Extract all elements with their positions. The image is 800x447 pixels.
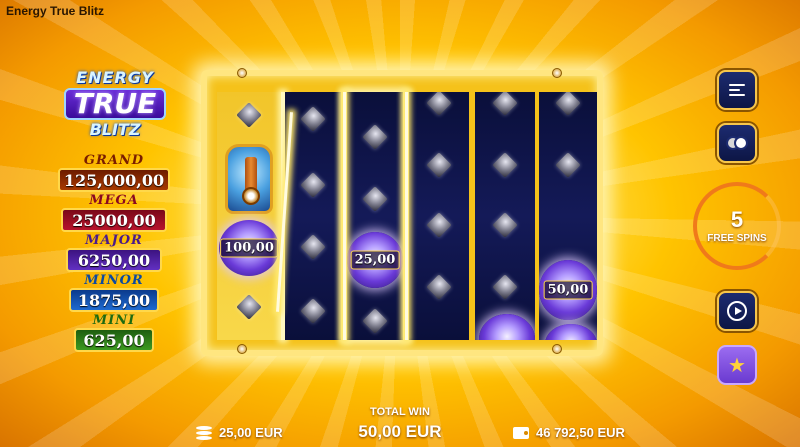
balance-value: 46 792,50 EUR [536, 425, 625, 440]
gem-symbol-icon [555, 152, 581, 178]
gem-symbol-icon [492, 152, 518, 178]
free-spins-counter: 5 FREE SPINS [693, 182, 781, 270]
gem-symbol-icon [426, 274, 452, 300]
jackpot-mega-label: MEGA [89, 193, 139, 208]
jackpot-mini: MINI 625,00 [56, 314, 172, 352]
gem-symbol-icon [492, 212, 518, 238]
free-spins-count: 5 [730, 206, 744, 232]
gem-symbol-icon [426, 212, 452, 238]
autoplay-button[interactable] [717, 291, 757, 331]
menu-icon [729, 84, 745, 96]
gem-symbol-icon [236, 294, 262, 320]
lightning-bolt [343, 92, 346, 340]
gem-symbol-icon [555, 92, 581, 116]
gem-symbol-icon [492, 274, 518, 300]
orb-value: 50,00 [543, 280, 593, 300]
gem-symbol-icon [300, 106, 326, 132]
bottom-bar: 25,00 EUR TOTAL WIN 50,00 EUR 46 792,50 … [0, 400, 800, 447]
machine-gauge-icon [242, 187, 260, 205]
menu-button[interactable] [717, 70, 757, 110]
orb-value: 25,00 [350, 250, 400, 270]
bet-settings-button[interactable] [717, 123, 757, 163]
frame-bolt-icon [552, 344, 562, 354]
reel-5 [475, 92, 535, 340]
reel-frame: 100,00 25,00 50,00 [201, 68, 603, 356]
reel-1: 100,00 [217, 92, 281, 340]
free-spins-label: FREE SPINS [707, 232, 767, 244]
energy-orb: 50,00 [539, 260, 597, 320]
gem-symbol-icon [300, 298, 326, 324]
gem-symbol-icon [426, 92, 452, 116]
reel-3: 25,00 [347, 92, 403, 340]
orb-value: 100,00 [220, 238, 278, 258]
energy-orb: 25,00 [347, 232, 403, 288]
logo-line-blitz: BLITZ [89, 120, 141, 139]
energy-orb-partial [545, 324, 597, 340]
coins-icon [726, 136, 748, 150]
balance-display: 46 792,50 EUR [513, 425, 625, 440]
wallet-icon [513, 426, 529, 439]
energy-orb: 100,00 [219, 220, 279, 276]
total-win-value: 50,00 EUR [358, 422, 442, 441]
window-title: Energy True Blitz [6, 4, 105, 18]
jackpot-mini-value: 625,00 [74, 328, 154, 352]
game-logo: ENERGY TRUE BLITZ [60, 70, 170, 146]
jackpot-minor: MINOR 1875,00 [56, 274, 172, 312]
jackpot-major-value: 6250,00 [66, 248, 162, 272]
star-icon: ★ [728, 353, 746, 377]
autoplay-icon [727, 301, 747, 321]
jackpot-grand-label: GRAND [83, 153, 145, 168]
gem-symbol-icon [492, 92, 518, 116]
gem-symbol-icon [300, 172, 326, 198]
gem-symbol-icon [300, 234, 326, 260]
lightning-bolt [405, 92, 408, 340]
bet-display[interactable]: 25,00 EUR [196, 425, 283, 440]
jackpot-grand-value: 125,000,00 [58, 168, 170, 192]
coin-stack-icon [196, 425, 212, 440]
gem-symbol-icon [362, 308, 388, 334]
gem-symbol-icon [236, 102, 262, 128]
reel-6: 50,00 [539, 92, 597, 340]
jackpot-mega: MEGA 25000,00 [56, 194, 172, 232]
favorite-button[interactable]: ★ [717, 345, 757, 385]
total-win-label: TOTAL WIN [370, 406, 430, 418]
reel-2 [285, 92, 341, 340]
gem-symbol-icon [362, 186, 388, 212]
gem-symbol-icon [426, 152, 452, 178]
jackpot-minor-label: MINOR [84, 273, 144, 288]
bet-value: 25,00 EUR [219, 425, 283, 440]
frame-bolt-icon [552, 68, 562, 78]
logo-line-true: TRUE [63, 88, 167, 120]
jackpot-minor-value: 1875,00 [69, 288, 159, 312]
jackpot-mega-value: 25000,00 [61, 208, 167, 232]
jackpot-grand: GRAND 125,000,00 [56, 154, 172, 192]
gem-symbol-icon [362, 124, 388, 150]
frame-bolt-icon [237, 68, 247, 78]
logo-line-energy: ENERGY [76, 68, 154, 87]
reel-grid: 100,00 25,00 50,00 [217, 92, 597, 340]
energy-machine-symbol [225, 144, 273, 214]
reel-4 [409, 92, 469, 340]
jackpot-major: MAJOR 6250,00 [56, 234, 172, 272]
jackpot-mini-label: MINI [92, 313, 136, 328]
jackpot-major-label: MAJOR [85, 233, 143, 248]
energy-orb-partial [479, 314, 535, 340]
frame-bolt-icon [237, 344, 247, 354]
